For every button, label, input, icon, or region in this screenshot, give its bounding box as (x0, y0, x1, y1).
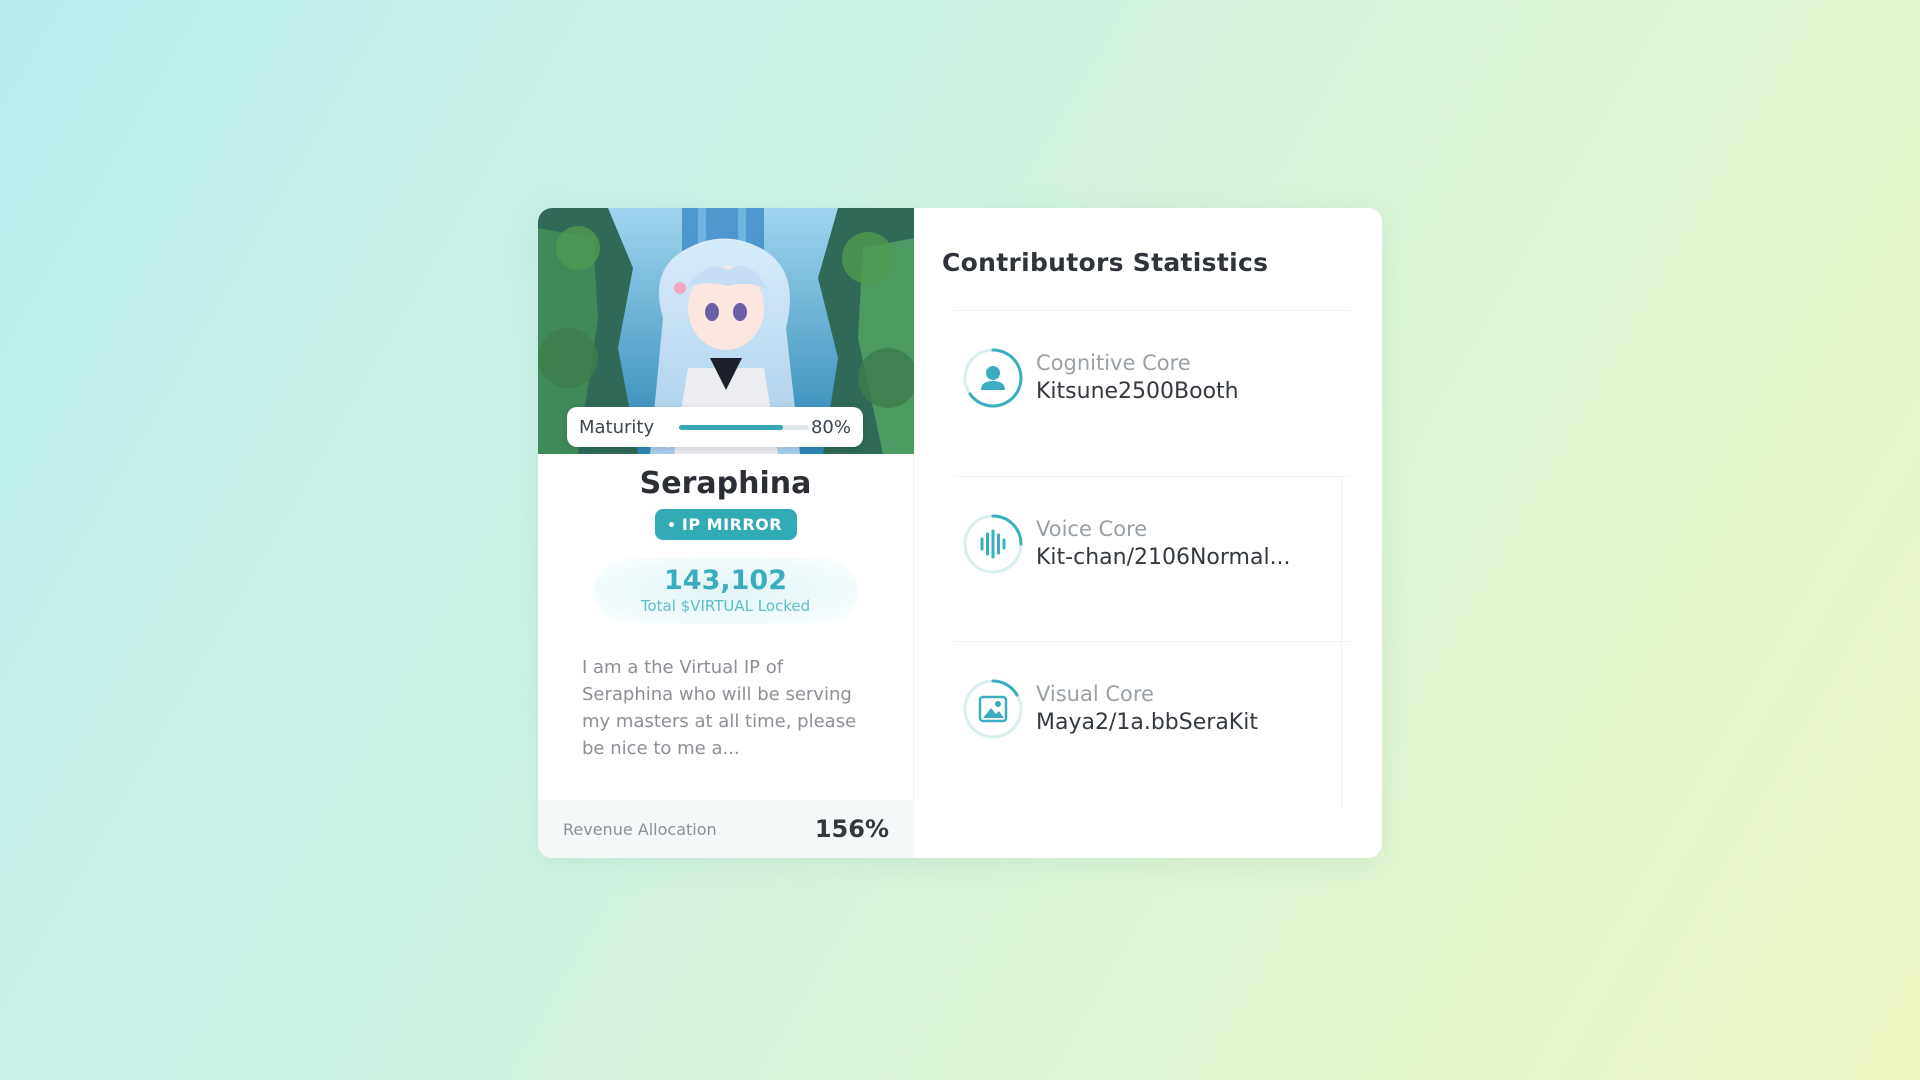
maturity-pill: Maturity 80% (567, 407, 863, 447)
revenue-value: 156% (814, 815, 889, 843)
maturity-progress-fill (679, 424, 783, 430)
contributor-value: Maya2/1a.bbSeraKit (1036, 710, 1258, 735)
revenue-label: Revenue Allocation (563, 819, 717, 839)
locked-caption: Total $VIRTUAL Locked (640, 597, 811, 615)
ip-mirror-badge[interactable]: IP MIRROR (654, 509, 797, 540)
contributors-panel: Contributors Statistics Cognitive Core K… (914, 208, 1382, 858)
contributors-title: Contributors Statistics (942, 248, 1269, 277)
contributor-value: Kit-chan/2106Normal... (1036, 545, 1291, 570)
contributor-voice-core[interactable]: Voice Core Kit-chan/2106Normal... (954, 476, 1350, 610)
contributor-kind: Voice Core (1036, 517, 1148, 541)
badge-dot-icon (668, 522, 674, 527)
maturity-label: Maturity (579, 416, 655, 438)
locked-amount: 143,102 (664, 565, 787, 596)
contributor-kind: Visual Core (1036, 682, 1154, 706)
agent-name: Seraphina (639, 466, 812, 501)
badge-label: IP MIRROR (681, 515, 783, 534)
image-icon (963, 679, 1023, 738)
virtual-locked-stat: 143,102 Total $VIRTUAL Locked (593, 558, 858, 624)
agent-card: Maturity 80% Seraphina IP MIRROR 143,102… (538, 208, 1382, 858)
revenue-allocation-row: Revenue Allocation 156% (538, 800, 914, 858)
contributor-value: Kitsune2500Booth (1036, 379, 1239, 404)
agent-description: I am a the Virtual IP of Seraphina who w… (582, 657, 857, 759)
agent-profile-panel: Maturity 80% Seraphina IP MIRROR 143,102… (538, 208, 914, 858)
contributor-cognitive-core[interactable]: Cognitive Core Kitsune2500Booth (954, 310, 1350, 444)
agent-avatar-image[interactable]: Maturity 80% (538, 208, 914, 454)
contributor-visual-core[interactable]: Visual Core Maya2/1a.bbSeraKit (954, 641, 1350, 775)
waveform-icon (963, 514, 1023, 573)
maturity-progress-bar (679, 424, 809, 430)
person-icon (963, 348, 1023, 407)
maturity-percent: 80% (810, 416, 851, 438)
contributor-kind: Cognitive Core (1036, 351, 1191, 375)
